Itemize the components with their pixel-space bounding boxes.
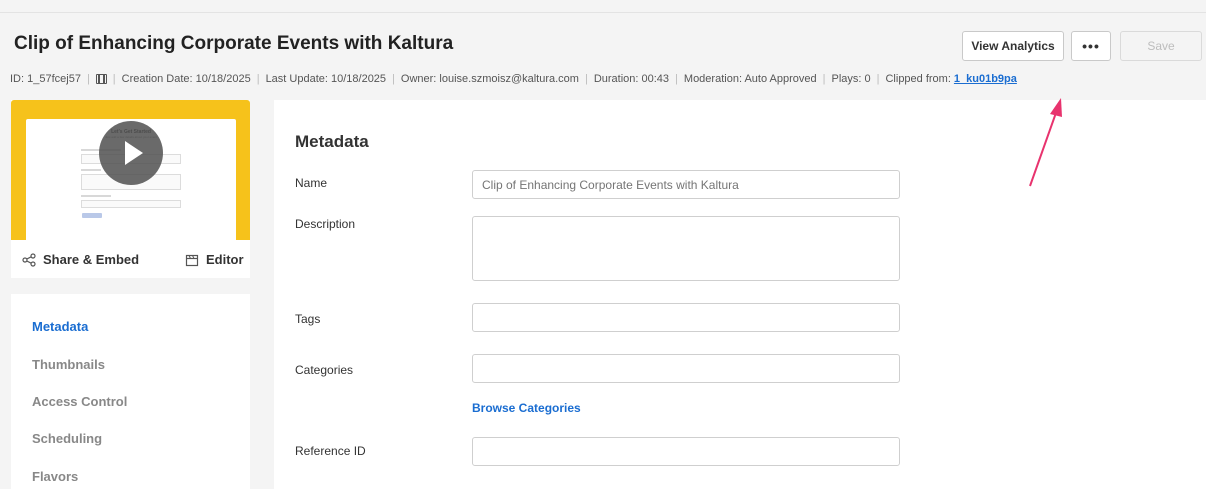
view-analytics-button[interactable]: View Analytics (962, 31, 1064, 61)
tags-input[interactable] (472, 303, 900, 332)
video-thumbnail[interactable]: Let's Get Started Just add a few details… (11, 100, 250, 240)
sidebar-item-scheduling[interactable]: Scheduling (32, 431, 102, 446)
editor-icon (185, 254, 199, 266)
meta-separator: | (86, 73, 90, 85)
section-title: Metadata (295, 132, 369, 151)
play-icon[interactable] (99, 121, 163, 185)
editor-button[interactable]: Editor (185, 252, 244, 267)
tags-label: Tags (295, 312, 321, 326)
sidebar-nav: Metadata Thumbnails Access Control Sched… (11, 294, 250, 489)
meta-separator: | (256, 73, 260, 85)
categories-input[interactable] (472, 354, 900, 383)
plays-count: Plays: 0 (831, 73, 871, 85)
thumbnail-box (81, 200, 181, 208)
description-field[interactable] (472, 216, 900, 281)
sidebar-item-access-control[interactable]: Access Control (32, 394, 127, 409)
owner: Owner: louise.szmoisz@kaltura.com (400, 73, 579, 85)
browse-categories-link[interactable]: Browse Categories (472, 401, 581, 415)
thumbnail-line (81, 169, 101, 171)
entry-header: Clip of Enhancing Corporate Events with … (0, 13, 1206, 99)
share-embed-button[interactable]: Share & Embed (22, 252, 139, 267)
name-label: Name (295, 176, 328, 190)
editor-label: Editor (206, 252, 244, 267)
meta-separator: | (675, 73, 678, 85)
meta-separator: | (876, 73, 880, 85)
moderation-status: Moderation: Auto Approved (683, 73, 817, 85)
entry-id: ID: 1_57fcej57 (10, 73, 81, 85)
meta-separator: | (112, 73, 116, 85)
sidebar-item-thumbnails[interactable]: Thumbnails (32, 357, 105, 372)
meta-separator: | (584, 73, 588, 85)
last-update: Last Update: 10/18/2025 (265, 73, 387, 85)
name-input[interactable] (472, 170, 900, 199)
duration: Duration: 00:43 (593, 73, 670, 85)
reference-id-input[interactable] (472, 437, 900, 466)
entry-meta-line: ID: 1_57fcej57 | | Creation Date: 10/18/… (10, 73, 1017, 85)
film-icon (95, 74, 107, 84)
clipped-from-label: Clipped from: (885, 73, 951, 85)
sidebar-item-metadata[interactable]: Metadata (32, 319, 88, 334)
page-title: Clip of Enhancing Corporate Events with … (14, 33, 454, 54)
share-embed-label: Share & Embed (43, 252, 140, 267)
creation-date: Creation Date: 10/18/2025 (121, 73, 251, 85)
player-actions: Share & Embed Editor (11, 240, 250, 278)
description-label: Description (295, 217, 356, 231)
more-options-button[interactable]: ••• (1071, 31, 1111, 61)
metadata-panel: Metadata Name Description Tags Categorie… (274, 100, 1206, 489)
clipped-from-link[interactable]: 1_ku01b9pa (954, 73, 1017, 85)
meta-separator: | (392, 73, 395, 85)
thumbnail-line (81, 195, 111, 197)
reference-id-label: Reference ID (295, 444, 366, 458)
player-card: Let's Get Started Just add a few details… (11, 100, 250, 278)
save-button[interactable]: Save (1120, 31, 1202, 61)
share-icon (22, 252, 36, 267)
categories-label: Categories (295, 363, 354, 377)
thumbnail-button (82, 213, 102, 218)
sidebar-item-flavors[interactable]: Flavors (32, 469, 78, 484)
meta-separator: | (822, 73, 826, 85)
